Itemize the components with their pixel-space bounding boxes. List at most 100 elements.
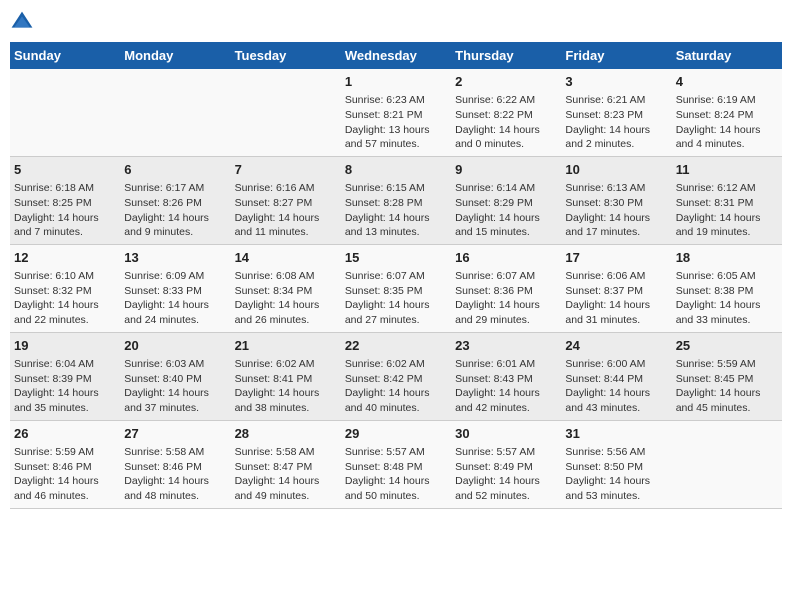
col-header-monday: Monday [120, 42, 230, 69]
day-info: Sunrise: 6:15 AMSunset: 8:28 PMDaylight:… [345, 181, 447, 240]
day-number: 26 [14, 425, 116, 443]
day-info: Sunrise: 6:12 AMSunset: 8:31 PMDaylight:… [676, 181, 778, 240]
day-info: Sunrise: 6:18 AMSunset: 8:25 PMDaylight:… [14, 181, 116, 240]
calendar-cell: 29 Sunrise: 5:57 AMSunset: 8:48 PMDayligh… [341, 420, 451, 508]
col-header-friday: Friday [561, 42, 671, 69]
calendar-table: SundayMondayTuesdayWednesdayThursdayFrid… [10, 42, 782, 509]
calendar-cell: 30 Sunrise: 5:57 AMSunset: 8:49 PMDayligh… [451, 420, 561, 508]
day-info: Sunrise: 6:13 AMSunset: 8:30 PMDaylight:… [565, 181, 667, 240]
calendar-cell: 6 Sunrise: 6:17 AMSunset: 8:26 PMDaylight… [120, 156, 230, 244]
calendar-cell: 14 Sunrise: 6:08 AMSunset: 8:34 PMDayligh… [231, 244, 341, 332]
calendar-cell [231, 69, 341, 156]
day-number: 25 [676, 337, 778, 355]
calendar-cell: 3Sunrise: 6:21 AMSunset: 8:23 PMDaylight… [561, 69, 671, 156]
calendar-week-3: 12 Sunrise: 6:10 AMSunset: 8:32 PMDayligh… [10, 244, 782, 332]
day-info: Sunrise: 6:10 AMSunset: 8:32 PMDaylight:… [14, 269, 116, 328]
day-number: 29 [345, 425, 447, 443]
day-info: Sunrise: 5:58 AMSunset: 8:47 PMDaylight:… [235, 445, 337, 504]
day-info: Sunrise: 6:01 AMSunset: 8:43 PMDaylight:… [455, 357, 557, 416]
day-number: 13 [124, 249, 226, 267]
calendar-cell: 22 Sunrise: 6:02 AMSunset: 8:42 PMDayligh… [341, 332, 451, 420]
day-info: Sunrise: 6:00 AMSunset: 8:44 PMDaylight:… [565, 357, 667, 416]
calendar-cell: 26 Sunrise: 5:59 AMSunset: 8:46 PMDayligh… [10, 420, 120, 508]
calendar-cell: 2 Sunrise: 6:22 AMSunset: 8:22 PMDaylight… [451, 69, 561, 156]
day-number: 15 [345, 249, 447, 267]
day-info: Sunrise: 6:03 AMSunset: 8:40 PMDaylight:… [124, 357, 226, 416]
day-info: Sunrise: 6:05 AMSunset: 8:38 PMDaylight:… [676, 269, 778, 328]
logo [10, 10, 38, 34]
calendar-cell: 5 Sunrise: 6:18 AMSunset: 8:25 PMDaylight… [10, 156, 120, 244]
day-number: 5 [14, 161, 116, 179]
day-info: Sunrise: 6:02 AMSunset: 8:42 PMDaylight:… [345, 357, 447, 416]
calendar-cell: 20Sunrise: 6:03 AMSunset: 8:40 PMDayligh… [120, 332, 230, 420]
day-info: Sunrise: 5:57 AMSunset: 8:48 PMDaylight:… [345, 445, 447, 504]
day-info: Sunrise: 6:08 AMSunset: 8:34 PMDaylight:… [235, 269, 337, 328]
day-number: 12 [14, 249, 116, 267]
calendar-cell: 23 Sunrise: 6:01 AMSunset: 8:43 PMDayligh… [451, 332, 561, 420]
day-number: 24 [565, 337, 667, 355]
calendar-week-5: 26 Sunrise: 5:59 AMSunset: 8:46 PMDayligh… [10, 420, 782, 508]
calendar-week-4: 19 Sunrise: 6:04 AMSunset: 8:39 PMDayligh… [10, 332, 782, 420]
day-number: 31 [565, 425, 667, 443]
calendar-cell: 24 Sunrise: 6:00 AMSunset: 8:44 PMDayligh… [561, 332, 671, 420]
calendar-cell: 27 Sunrise: 5:58 AMSunset: 8:46 PMDayligh… [120, 420, 230, 508]
day-info: Sunrise: 6:22 AMSunset: 8:22 PMDaylight:… [455, 93, 557, 152]
day-number: 30 [455, 425, 557, 443]
page-header [10, 10, 782, 34]
day-info: Sunrise: 5:59 AMSunset: 8:46 PMDaylight:… [14, 445, 116, 504]
day-number: 28 [235, 425, 337, 443]
calendar-cell: 18 Sunrise: 6:05 AMSunset: 8:38 PMDayligh… [672, 244, 782, 332]
calendar-cell [120, 69, 230, 156]
day-info: Sunrise: 6:21 AMSunset: 8:23 PMDaylight:… [565, 93, 667, 152]
day-number: 19 [14, 337, 116, 355]
day-info: Sunrise: 6:09 AMSunset: 8:33 PMDaylight:… [124, 269, 226, 328]
day-number: 14 [235, 249, 337, 267]
calendar-cell: 7 Sunrise: 6:16 AMSunset: 8:27 PMDaylight… [231, 156, 341, 244]
col-header-wednesday: Wednesday [341, 42, 451, 69]
col-header-tuesday: Tuesday [231, 42, 341, 69]
calendar-cell: 15 Sunrise: 6:07 AMSunset: 8:35 PMDayligh… [341, 244, 451, 332]
day-number: 2 [455, 73, 557, 91]
calendar-cell: 8 Sunrise: 6:15 AMSunset: 8:28 PMDaylight… [341, 156, 451, 244]
day-info: Sunrise: 5:57 AMSunset: 8:49 PMDaylight:… [455, 445, 557, 504]
day-info: Sunrise: 6:04 AMSunset: 8:39 PMDaylight:… [14, 357, 116, 416]
calendar-week-2: 5 Sunrise: 6:18 AMSunset: 8:25 PMDaylight… [10, 156, 782, 244]
day-number: 7 [235, 161, 337, 179]
day-number: 9 [455, 161, 557, 179]
logo-icon [10, 10, 34, 34]
day-number: 4 [676, 73, 778, 91]
calendar-cell: 25Sunrise: 5:59 AMSunset: 8:45 PMDayligh… [672, 332, 782, 420]
day-number: 6 [124, 161, 226, 179]
day-info: Sunrise: 5:56 AMSunset: 8:50 PMDaylight:… [565, 445, 667, 504]
calendar-cell: 4 Sunrise: 6:19 AMSunset: 8:24 PMDaylight… [672, 69, 782, 156]
calendar-cell: 17Sunrise: 6:06 AMSunset: 8:37 PMDayligh… [561, 244, 671, 332]
day-number: 16 [455, 249, 557, 267]
day-number: 10 [565, 161, 667, 179]
day-number: 23 [455, 337, 557, 355]
day-number: 22 [345, 337, 447, 355]
day-info: Sunrise: 6:07 AMSunset: 8:36 PMDaylight:… [455, 269, 557, 328]
day-info: Sunrise: 5:58 AMSunset: 8:46 PMDaylight:… [124, 445, 226, 504]
calendar-cell: 16 Sunrise: 6:07 AMSunset: 8:36 PMDayligh… [451, 244, 561, 332]
day-info: Sunrise: 6:16 AMSunset: 8:27 PMDaylight:… [235, 181, 337, 240]
calendar-cell: 10 Sunrise: 6:13 AMSunset: 8:30 PMDayligh… [561, 156, 671, 244]
calendar-cell: 19 Sunrise: 6:04 AMSunset: 8:39 PMDayligh… [10, 332, 120, 420]
calendar-cell: 9 Sunrise: 6:14 AMSunset: 8:29 PMDaylight… [451, 156, 561, 244]
col-header-sunday: Sunday [10, 42, 120, 69]
day-info: Sunrise: 6:17 AMSunset: 8:26 PMDaylight:… [124, 181, 226, 240]
calendar-cell: 21Sunrise: 6:02 AMSunset: 8:41 PMDayligh… [231, 332, 341, 420]
day-number: 8 [345, 161, 447, 179]
calendar-cell: 1 Sunrise: 6:23 AMSunset: 8:21 PMDaylight… [341, 69, 451, 156]
day-number: 17 [565, 249, 667, 267]
day-info: Sunrise: 6:19 AMSunset: 8:24 PMDaylight:… [676, 93, 778, 152]
day-number: 21 [235, 337, 337, 355]
day-number: 18 [676, 249, 778, 267]
day-number: 27 [124, 425, 226, 443]
day-info: Sunrise: 6:14 AMSunset: 8:29 PMDaylight:… [455, 181, 557, 240]
day-number: 11 [676, 161, 778, 179]
day-number: 1 [345, 73, 447, 91]
calendar-cell: 13 Sunrise: 6:09 AMSunset: 8:33 PMDayligh… [120, 244, 230, 332]
day-info: Sunrise: 6:23 AMSunset: 8:21 PMDaylight:… [345, 93, 447, 152]
day-info: Sunrise: 6:07 AMSunset: 8:35 PMDaylight:… [345, 269, 447, 328]
column-headers: SundayMondayTuesdayWednesdayThursdayFrid… [10, 42, 782, 69]
